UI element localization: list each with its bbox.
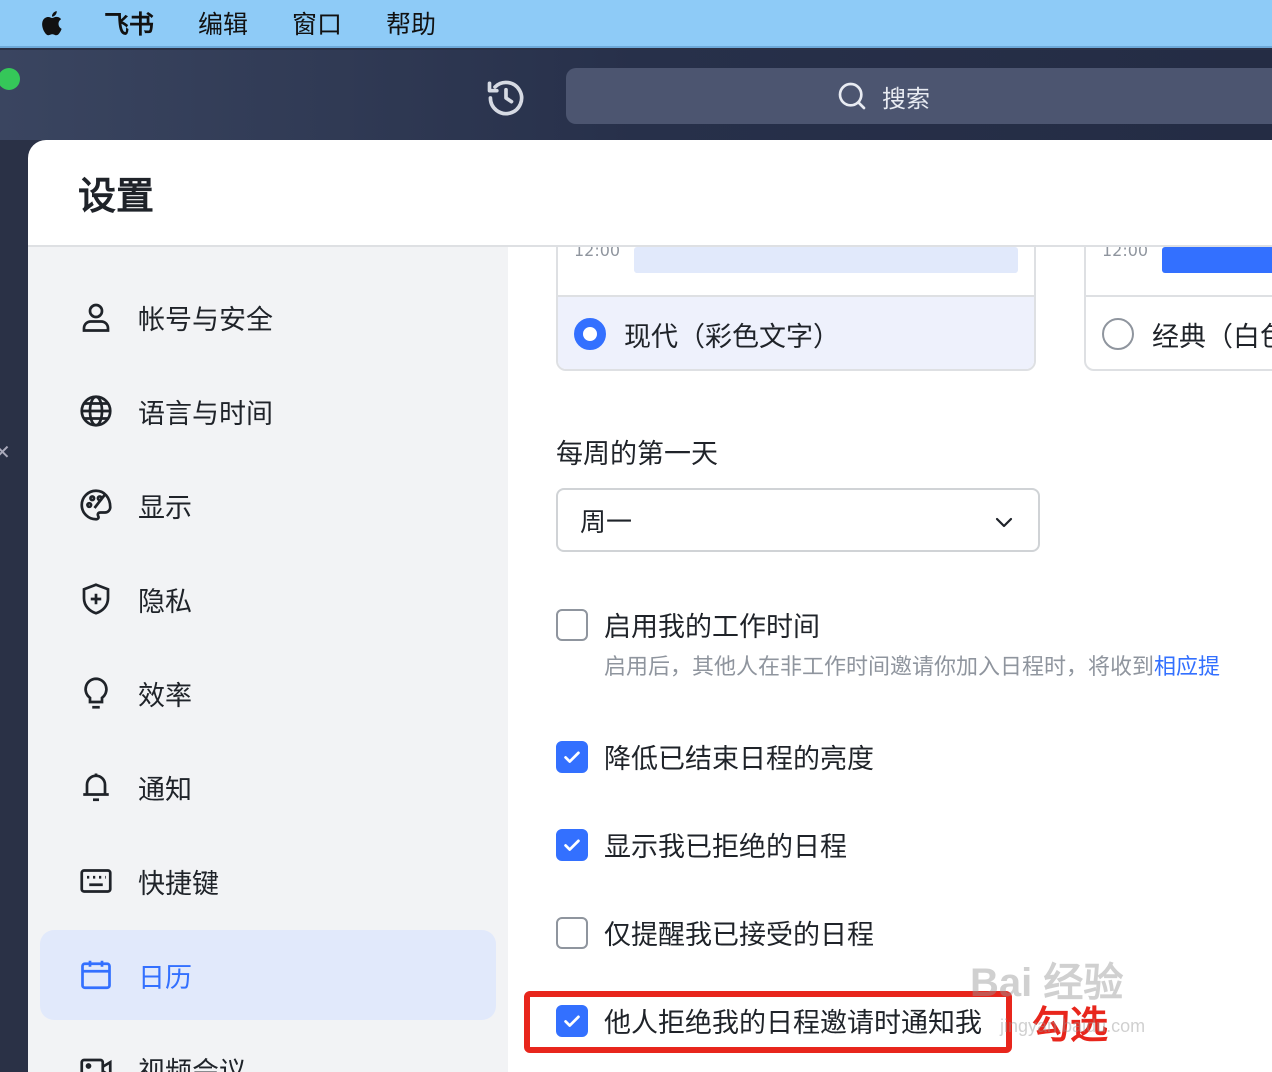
sidebar-item-label: 语言与时间 [138,398,273,430]
history-icon[interactable] [484,76,528,120]
watermark-url: jingyan.baidu.com [1000,1016,1146,1036]
checkbox-remind-accepted-only[interactable] [556,916,588,949]
first-day-value: 周一 [580,507,633,538]
sidebar-item-privacy[interactable]: 隐私 [40,554,496,644]
settings-window: 设置 帐号与安全 语言与时间 显示 隐私 效率 通知 快捷键 日历 视频会议 1… [28,140,1272,1072]
theme-radio-classic[interactable] [1102,318,1134,350]
sidebar-item-label: 视频会议 [138,1056,246,1072]
bell-icon [83,773,109,802]
sidebar-edge-glyph: ✕ [0,440,11,464]
hint-text: 启用后，其他人在非工作时间邀请你加入日程时，将收到 [604,655,1155,680]
sidebar-item-label: 通知 [138,774,192,806]
sidebar-item-label: 帐号与安全 [138,304,273,336]
globe-icon [80,395,112,427]
theme-option-label: 现代（彩色文字） [624,321,840,353]
shield-icon [82,583,110,615]
sidebar-item-label: 隐私 [138,586,192,618]
search-icon [838,82,866,110]
apple-icon[interactable] [38,8,68,38]
chevron-down-icon [995,517,1013,528]
option-work-hours[interactable]: 启用我的工作时间 [556,605,820,644]
menu-edit[interactable]: 编辑 [198,5,248,41]
sidebar-item-label: 日历 [138,962,192,994]
sidebar-item-video-meeting[interactable]: 视频会议 [40,1024,496,1072]
option-show-declined[interactable]: 显示我已拒绝的日程 [556,825,847,864]
hint-link[interactable]: 相应提 [1154,655,1220,680]
menu-bar: 飞书 编辑 窗口 帮助 [0,0,1272,48]
checkbox-show-declined[interactable] [556,828,588,861]
sidebar-item-label: 显示 [138,492,192,524]
sidebar-item-label: 快捷键 [138,868,219,900]
check-icon [564,751,580,763]
option-label: 启用我的工作时间 [604,612,820,643]
preview-event-bar [1162,247,1272,273]
preview-event-bar [634,247,1018,273]
menu-app-name[interactable]: 飞书 [104,5,154,41]
option-label: 仅提醒我已接受的日程 [604,920,874,951]
sidebar-item-account-security[interactable]: 帐号与安全 [40,272,496,362]
sidebar-item-language-time[interactable]: 语言与时间 [40,366,496,456]
calendar-icon [81,960,111,990]
app-toolbar: 搜索 [0,50,1272,140]
search-label: 搜索 [882,84,930,113]
theme-option-label: 经典（白色 [1152,321,1272,353]
theme-preview: 12:00 [1086,247,1272,297]
sidebar-item-notifications[interactable]: 通知 [40,742,496,832]
search-bar[interactable]: 搜索 [566,68,1272,124]
annotation-highlight-box [524,991,1012,1053]
preview-time: 12:00 [1102,247,1149,260]
settings-header: 设置 [28,140,1272,247]
option-label: 降低已结束日程的亮度 [604,744,874,775]
sidebar-item-display[interactable]: 显示 [40,460,496,550]
option-remind-accepted-only[interactable]: 仅提醒我已接受的日程 [556,913,874,952]
theme-preview: 12:00 [558,247,1034,297]
theme-option-modern[interactable]: 12:00 现代（彩色文字） [556,247,1036,371]
keyboard-icon [80,869,112,893]
menu-window[interactable]: 窗口 [292,5,342,41]
work-hours-hint: 启用后，其他人在非工作时间邀请你加入日程时，将收到相应提 [604,649,1220,681]
theme-option-row[interactable]: 经典（白色 [1086,297,1272,369]
theme-radio-modern[interactable] [574,318,606,350]
first-day-select[interactable]: 周一 [556,488,1040,552]
video-icon [80,1058,112,1072]
first-day-label: 每周的第一天 [556,439,718,470]
user-icon [82,303,110,332]
palette-icon [80,489,112,521]
sidebar-item-calendar[interactable]: 日历 [40,930,496,1020]
checkbox-dim-past-events[interactable] [556,740,588,773]
watermark-logo: Bai 经验 [970,961,1124,1005]
theme-option-classic[interactable]: 12:00 经典（白色 [1084,247,1272,371]
option-dim-past-events[interactable]: 降低已结束日程的亮度 [556,737,874,776]
checkbox-work-hours[interactable] [556,608,588,641]
option-label: 显示我已拒绝的日程 [604,832,847,863]
settings-sidebar: 帐号与安全 语言与时间 显示 隐私 效率 通知 快捷键 日历 视频会议 [28,247,508,1072]
theme-option-row[interactable]: 现代（彩色文字） [558,297,1034,369]
calendar-settings-panel: 12:00 现代（彩色文字） 12:00 经典（白色 每周的第一天 周一 [508,247,1272,1072]
sidebar-item-shortcuts[interactable]: 快捷键 [40,836,496,926]
menu-help[interactable]: 帮助 [386,5,436,41]
window-zoom-button[interactable] [0,68,20,90]
sidebar-item-efficiency[interactable]: 效率 [40,648,496,738]
preview-time: 12:00 [574,247,621,260]
sidebar-item-label: 效率 [138,680,192,712]
check-icon [564,839,580,851]
page-title: 设置 [78,174,155,218]
lightbulb-icon [84,677,108,709]
